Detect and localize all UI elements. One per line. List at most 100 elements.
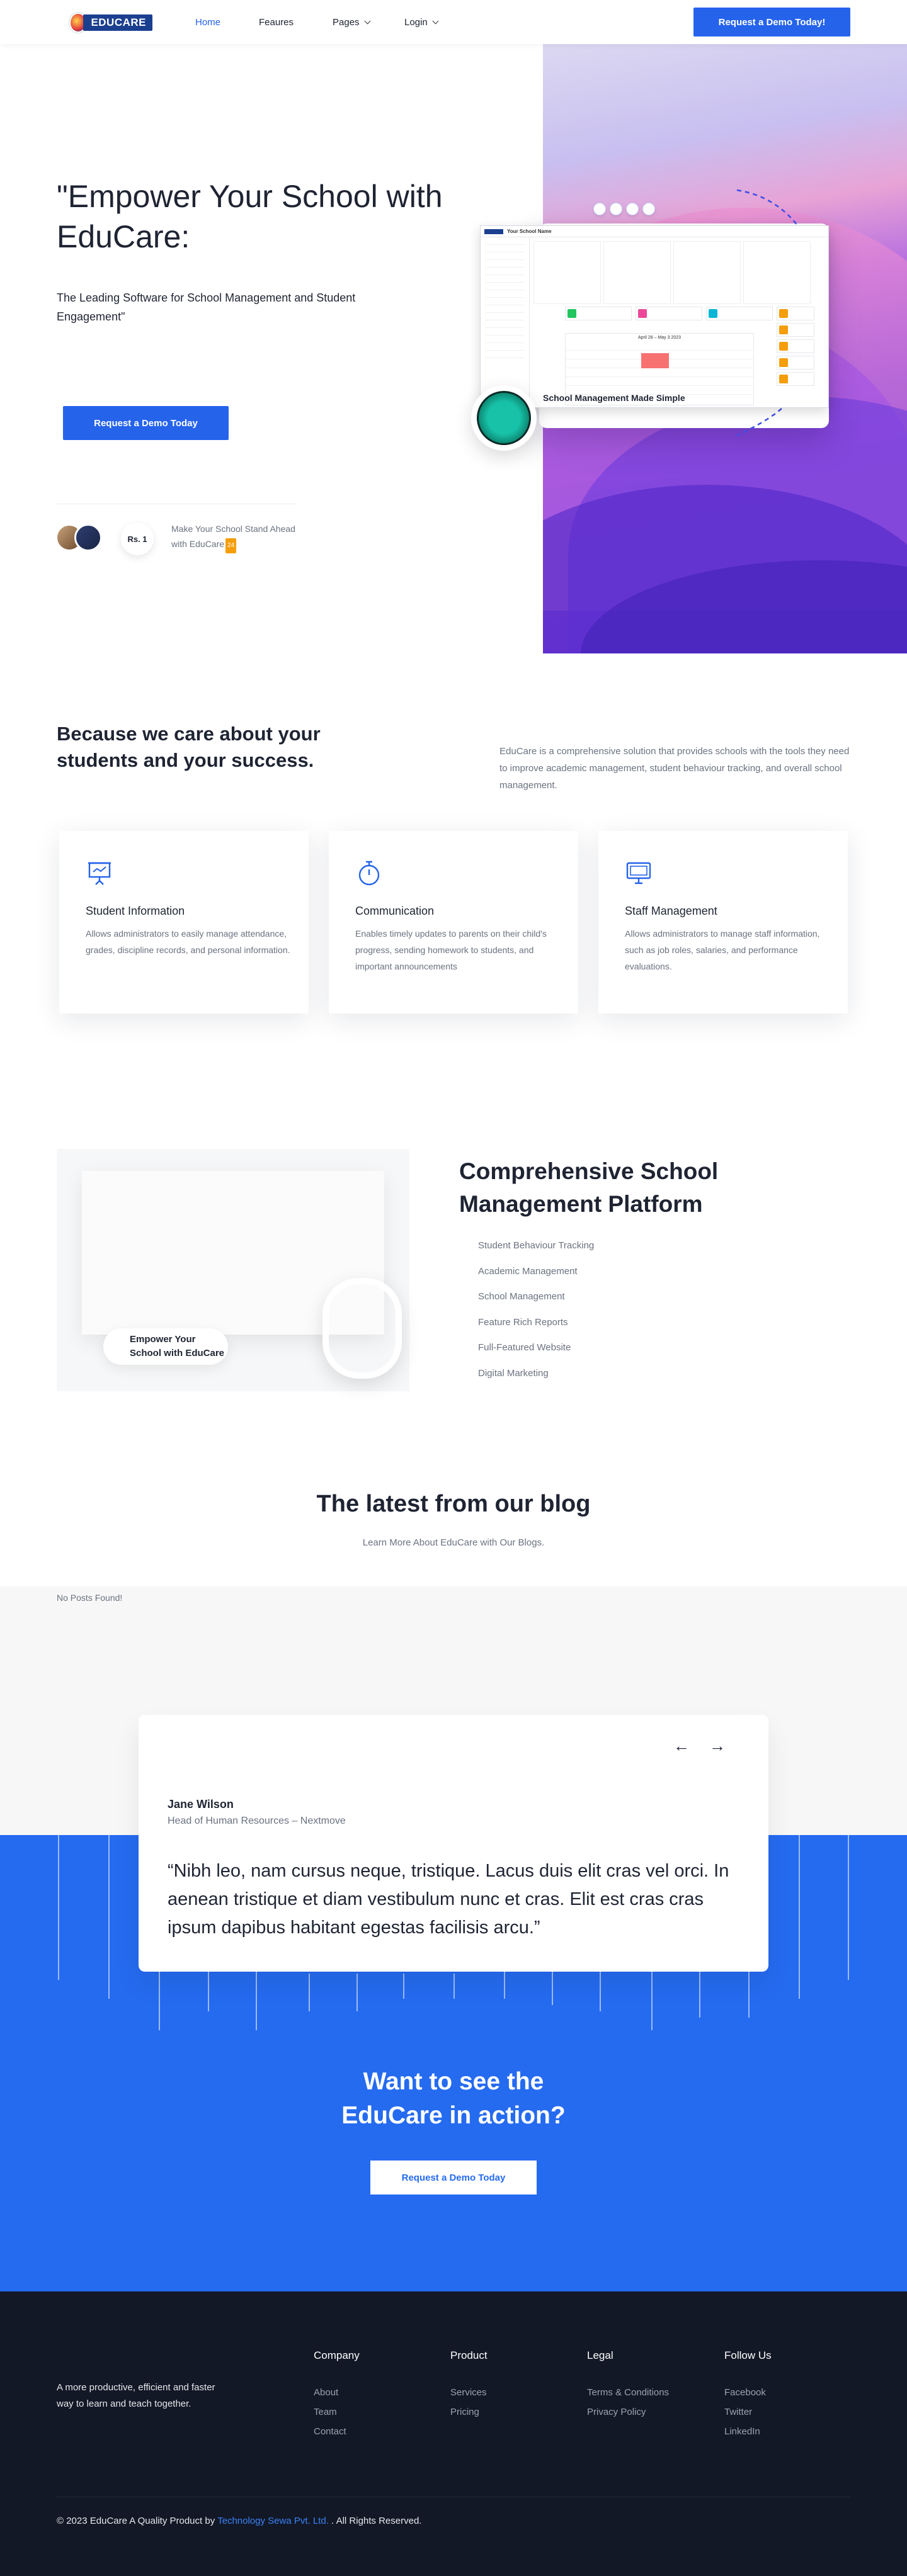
copyright-text: © 2023 EduCare A Quality Product by (57, 2516, 218, 2526)
list-item: Digital Marketing (478, 1367, 549, 1379)
care-title: Because we care about your students and … (57, 723, 321, 771)
dashboard-table (533, 241, 811, 304)
app-icon (593, 203, 606, 215)
dashboard-stat (706, 307, 773, 320)
dashboard-stat (777, 339, 814, 353)
feature-title: Student Information (86, 905, 185, 917)
dashboard-caption: School Management Made Simple (543, 393, 685, 403)
nav-pages[interactable]: Pages (333, 0, 370, 44)
site-header: EDUCARE Home Feaures Pages Login Request… (0, 0, 907, 44)
footer-col-title: Company (314, 2349, 360, 2361)
testimonial-card: ← → Jane Wilson Head of Human Resources … (139, 1715, 768, 1972)
dashboard-stat (777, 323, 814, 337)
list-item: Student Behaviour Tracking (478, 1240, 595, 1251)
dashboard-logo-icon (484, 229, 503, 234)
stopwatch-icon (358, 861, 380, 886)
feature-text: Enables timely updates to parents on the… (355, 929, 547, 971)
footer-col-company: Company About Team Contact (314, 2349, 440, 2446)
dashboard-stat (777, 372, 814, 386)
copyright-suffix: . All Rights Reserved. (328, 2516, 422, 2526)
brand-name: EDUCARE (83, 14, 152, 31)
footer-copyright: © 2023 EduCare A Quality Product by Tech… (57, 2516, 421, 2526)
blog-title: The latest from our blog (316, 1491, 591, 1517)
testimonial-name: Jane Wilson (168, 1798, 234, 1811)
feature-title: Staff Management (625, 905, 717, 917)
app-icon (626, 203, 639, 215)
hero-stand-text: Make Your School Stand Ahead with EduCar… (171, 521, 297, 553)
testimonial-role: Head of Human Resources – Nextmove (168, 1816, 346, 1826)
nav-pages-label: Pages (333, 16, 360, 28)
dashboard-stat (777, 356, 814, 370)
footer-about: A more productive, efficient and faster … (57, 2382, 215, 2409)
feature-text: Allows administrators to easily manage a… (86, 929, 290, 955)
nav-login-label: Login (404, 16, 428, 28)
blog-subtitle: Learn More About EduCare with Our Blogs. (362, 1537, 545, 1548)
list-item: Full-Featured Website (478, 1342, 571, 1353)
nav-login[interactable]: Login (404, 0, 439, 44)
footer-col-title: Product (450, 2349, 488, 2361)
footer-link-services[interactable]: Services (450, 2387, 576, 2398)
no-posts-message: No Posts Found! (57, 1593, 123, 1603)
platform-ring-decoration (322, 1278, 402, 1379)
footer-link-team[interactable]: Team (314, 2407, 440, 2417)
footer-col-product: Product Services Pricing (450, 2349, 576, 2426)
footer-link-privacy[interactable]: Privacy Policy (587, 2407, 713, 2417)
footer-link-contact[interactable]: Contact (314, 2426, 440, 2437)
monitor-icon (626, 862, 651, 884)
feature-title: Communication (355, 905, 435, 917)
footer-link-about[interactable]: About (314, 2387, 440, 2398)
footer-link-terms[interactable]: Terms & Conditions (587, 2387, 713, 2398)
avatar (74, 524, 102, 551)
platform-title: Comprehensive School Management Platform (459, 1158, 719, 1217)
cta-demo-button[interactable]: Request a Demo Today (370, 2161, 537, 2195)
dashboard-screenshot: Your School Name April 28 – May 3 2023 (480, 225, 829, 408)
platform-feature-list: Student Behaviour Tracking Academic Mana… (478, 1240, 730, 1393)
testimonial-quote: “Nibh leo, nam cursus neque, tristique. … (168, 1861, 729, 1938)
rate-badge: Rs. 1 (121, 523, 154, 555)
calendar-week: April 28 – May 3 2023 (637, 336, 682, 340)
platform-pill: Empower Your School with EduCare (103, 1328, 228, 1365)
footer-col-title: Legal (587, 2349, 613, 2361)
header-demo-button[interactable]: Request a Demo Today! (693, 8, 850, 37)
next-arrow-icon[interactable]: → (709, 1737, 726, 1754)
footer-link-pricing[interactable]: Pricing (450, 2407, 576, 2417)
cta-title-text: Want to see the EduCare in action? (341, 2068, 566, 2129)
list-item: School Management (478, 1291, 565, 1302)
chevron-down-icon (432, 18, 439, 24)
educare-book-icon (471, 385, 537, 451)
feature-card-staff-management: Staff Management Allows administrators t… (598, 831, 848, 1014)
app-icon (642, 203, 655, 215)
dashboard-sidebar (481, 237, 530, 407)
footer-link-linkedin[interactable]: LinkedIn (724, 2426, 850, 2437)
list-item: Academic Management (478, 1265, 578, 1277)
feature-text: Allows administrators to manage staff in… (625, 929, 820, 971)
list-item: Feature Rich Reports (478, 1316, 568, 1328)
footer-col-follow: Follow Us Facebook Twitter LinkedIn (724, 2349, 850, 2446)
hero-subtitle: The Leading Software for School Manageme… (57, 291, 356, 323)
feature-card-student-information: Student Information Allows administrator… (59, 831, 309, 1014)
dashboard-stat (636, 307, 702, 320)
stand-tag: 24 (225, 538, 237, 553)
footer-col-title: Follow Us (724, 2349, 772, 2361)
footer-col-legal: Legal Terms & Conditions Privacy Policy (587, 2349, 713, 2426)
app-icon (610, 203, 622, 215)
dashboard-topbar: Your School Name (481, 226, 828, 237)
dashboard-stat (565, 307, 632, 320)
hero-demo-button[interactable]: Request a Demo Today (63, 406, 229, 440)
prev-arrow-icon[interactable]: ← (673, 1737, 690, 1754)
brand-logo[interactable]: EDUCARE (69, 13, 152, 33)
presentation-board-icon (88, 862, 111, 885)
floating-app-icons (593, 203, 655, 219)
cta-title: Want to see the EduCare in action? (0, 2065, 907, 2133)
hero-title: "Empower Your School with EduCare: (57, 179, 443, 254)
dashboard-stat (777, 307, 814, 320)
nav-home[interactable]: Home (195, 0, 220, 44)
company-link[interactable]: Technology Sewa Pvt. Ltd. (217, 2516, 329, 2526)
care-description: EduCare is a comprehensive solution that… (499, 746, 850, 791)
dashboard-school-name: Your School Name (507, 229, 552, 234)
chevron-down-icon (364, 18, 370, 24)
footer-link-twitter[interactable]: Twitter (724, 2407, 850, 2417)
nav-features[interactable]: Feaures (259, 0, 294, 44)
feature-card-communication: Communication Enables timely updates to … (329, 831, 578, 1014)
footer-link-facebook[interactable]: Facebook (724, 2387, 850, 2398)
